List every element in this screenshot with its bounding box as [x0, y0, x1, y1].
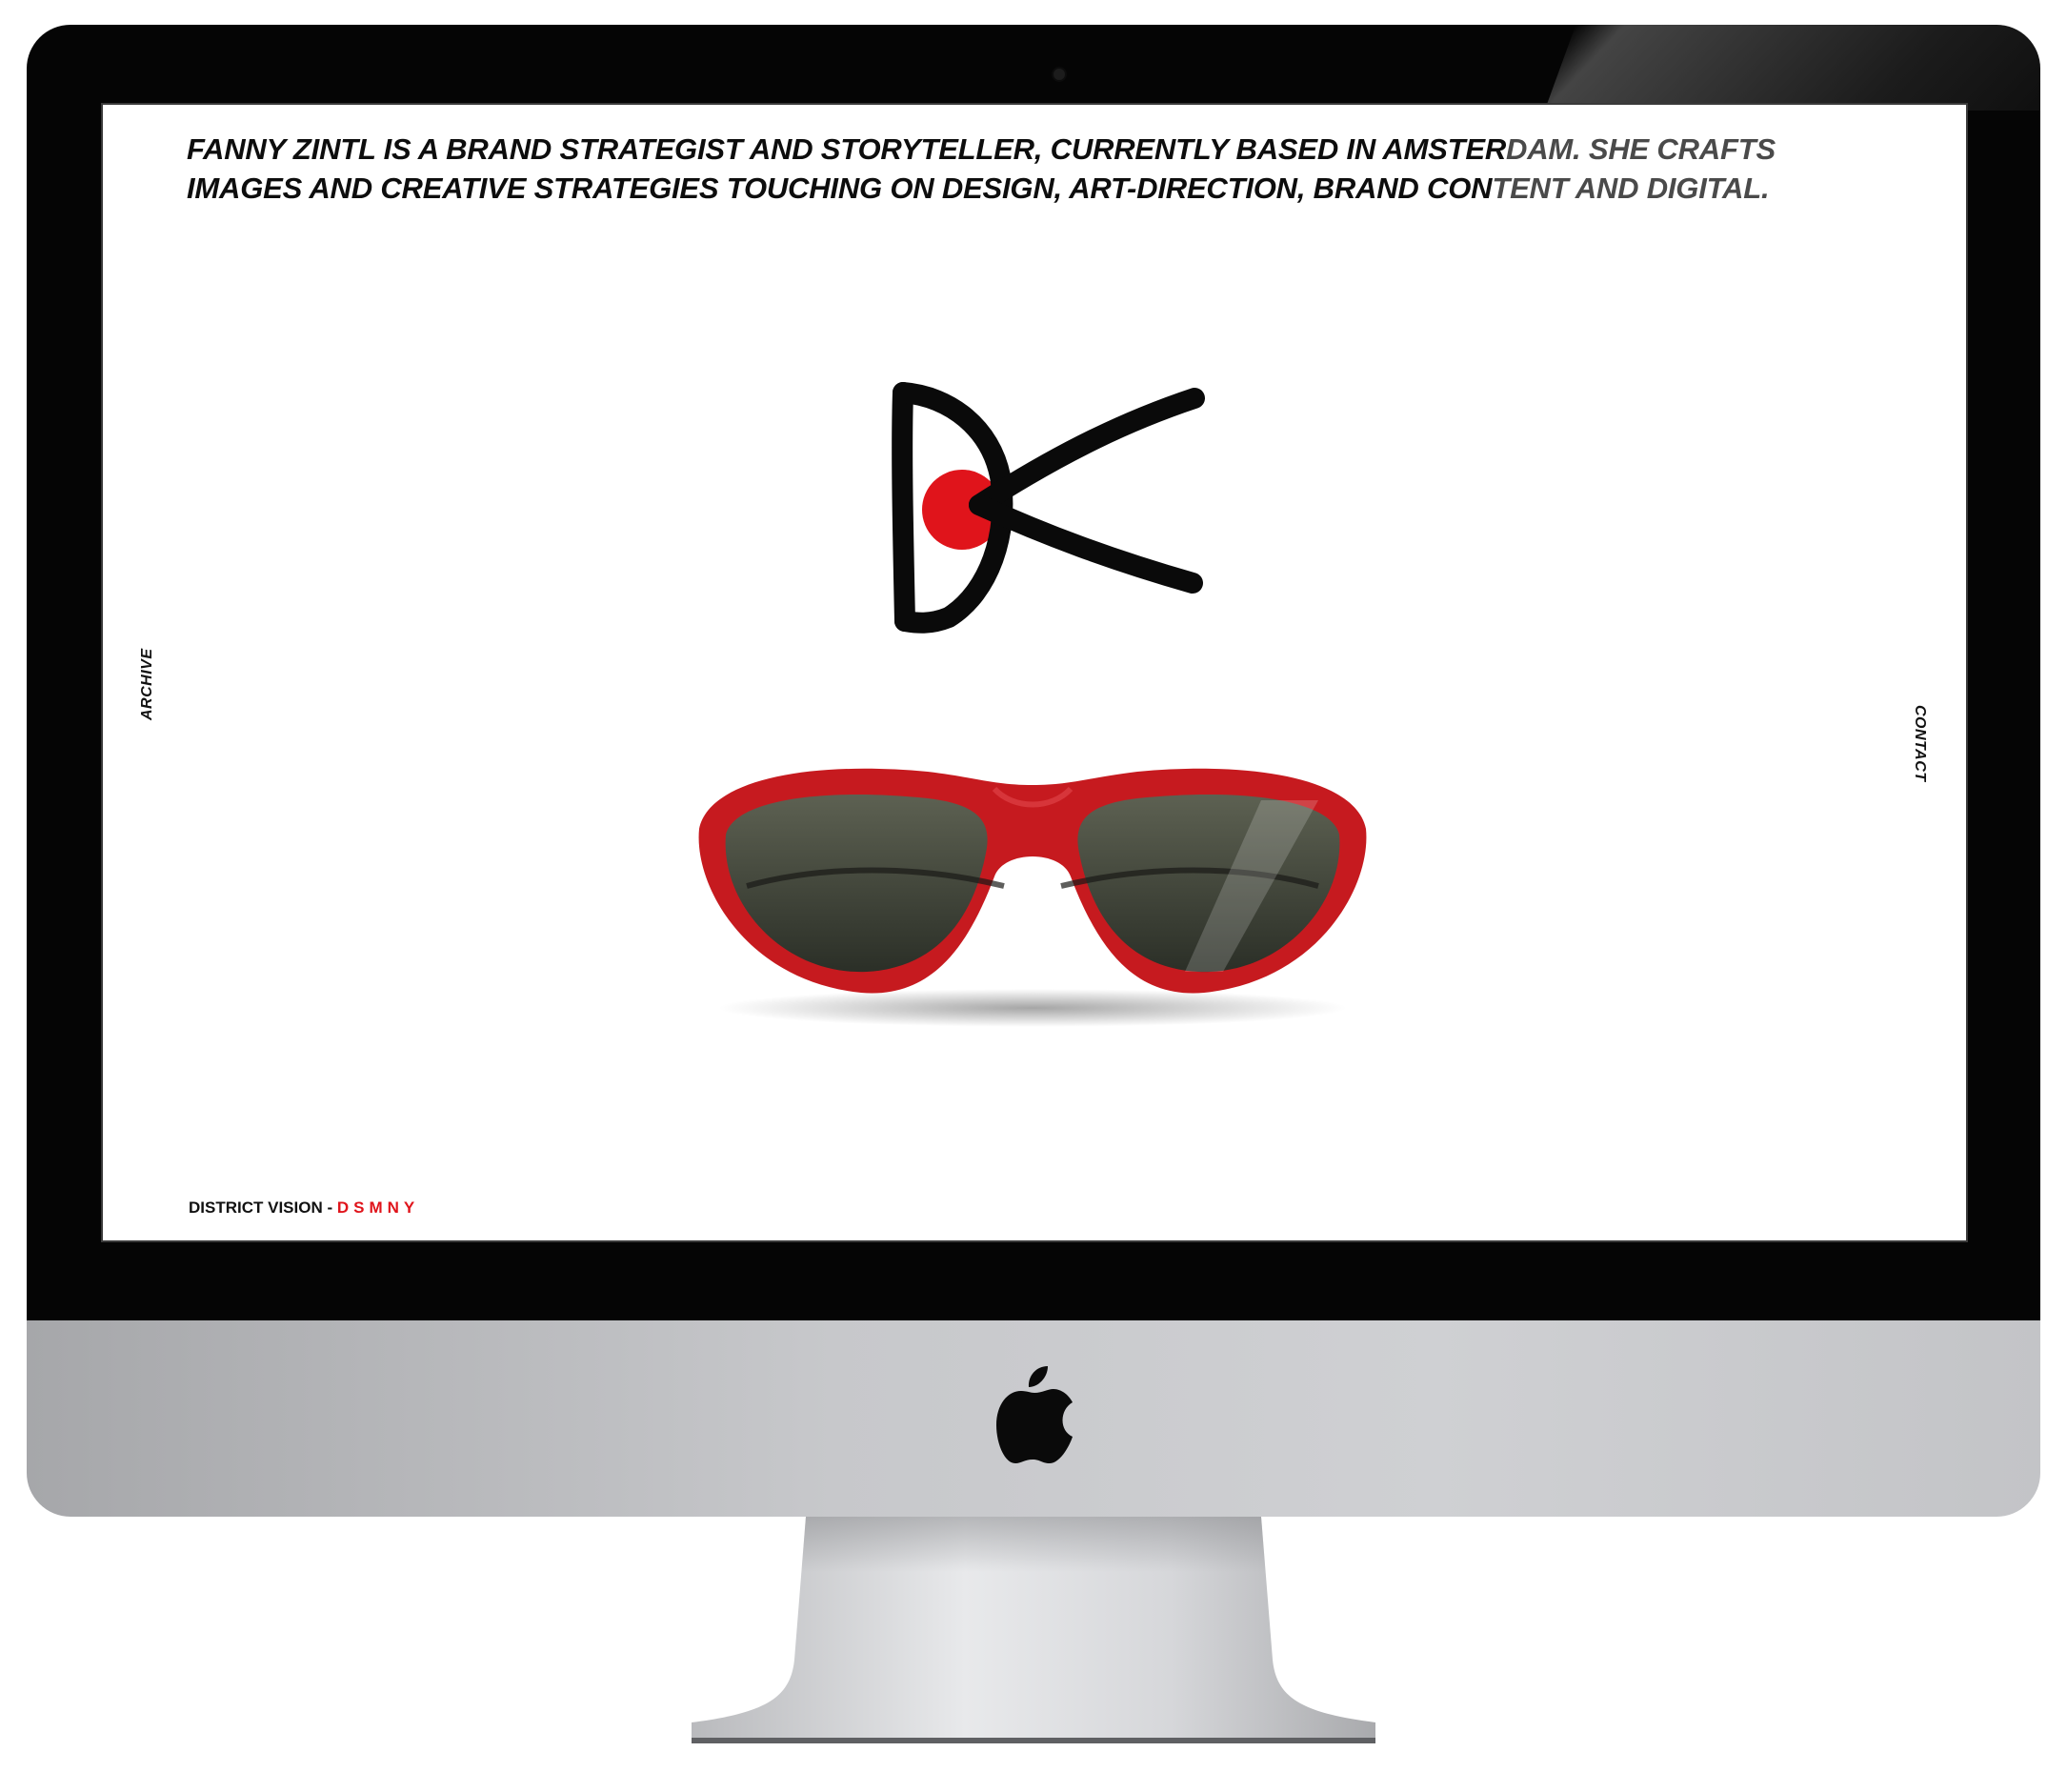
contact-link[interactable]: CONTACT [1911, 705, 1928, 782]
intro-headline: FANNY ZINTL IS A BRAND STRATEGIST AND ST… [187, 130, 1901, 208]
district-vision-logo-icon [892, 382, 1205, 634]
imac-stand [692, 1517, 1375, 1743]
project-link[interactable]: DSMNY [337, 1198, 419, 1217]
website-screen: FANNY ZINTL IS A BRAND STRATEGIST AND ST… [101, 103, 1968, 1242]
headline-line2: IMAGES AND CREATIVE STRATEGIES TOUCHING … [187, 171, 1493, 205]
device-mockup: FANNY ZINTL IS A BRAND STRATEGIST AND ST… [0, 0, 2067, 1792]
logo-d-stem [892, 382, 915, 632]
headline-line2-faded: TENT AND DIGITAL. [1492, 171, 1770, 205]
apple-logo-icon [996, 1366, 1073, 1463]
project-client: DISTRICT VISION [189, 1198, 323, 1217]
headline-line1: FANNY ZINTL IS A BRAND STRATEGIST AND ST… [187, 132, 1507, 166]
project-credit: DISTRICT VISION - DSMNY [189, 1198, 419, 1218]
sunglasses-image [698, 768, 1367, 1027]
logo-arrow-bottom [969, 494, 1203, 594]
archive-link[interactable]: ARCHIVE [139, 648, 156, 720]
bezel-glare [1544, 25, 2040, 111]
project-separator: - [322, 1198, 337, 1217]
headline-line1-faded: DAM. SHE CRAFTS [1506, 132, 1776, 166]
camera-icon [1054, 69, 1065, 80]
logo-arrow-top [969, 388, 1205, 515]
